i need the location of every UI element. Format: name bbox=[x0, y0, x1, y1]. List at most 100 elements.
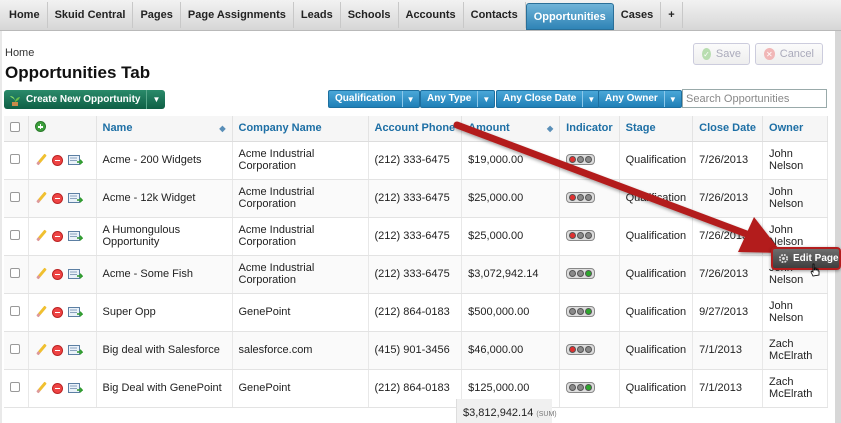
indicator-icon bbox=[566, 154, 596, 165]
indicator-icon bbox=[566, 382, 596, 393]
table-row[interactable]: Acme - 12k Widget Acme Industrial Corpora… bbox=[4, 179, 828, 218]
save-button[interactable]: ✓ Save bbox=[693, 43, 750, 65]
delete-icon[interactable] bbox=[51, 382, 63, 394]
tab-pages[interactable]: Pages bbox=[133, 2, 181, 28]
table-row[interactable]: A Humongulous Opportunity Acme Industrial… bbox=[4, 217, 828, 256]
amount-sum-label: (SUM) bbox=[536, 411, 557, 418]
page-title: Opportunities Tab bbox=[5, 63, 151, 82]
select-all-header[interactable] bbox=[4, 116, 29, 142]
table-row[interactable]: Big deal with Salesforce salesforce.com (4… bbox=[4, 331, 828, 370]
tab-add[interactable]: + bbox=[661, 2, 683, 28]
add-row-header[interactable] bbox=[28, 116, 97, 142]
pencil-icon[interactable] bbox=[35, 344, 47, 356]
indicator-icon bbox=[566, 306, 596, 317]
amount-sum-value: $3,812,942.14 bbox=[463, 407, 534, 419]
indicator-light bbox=[585, 194, 593, 201]
cell-name: Acme - 200 Widgets bbox=[96, 141, 233, 180]
column-header-owner[interactable]: Owner bbox=[762, 116, 828, 142]
indicator-light bbox=[585, 270, 593, 277]
cell-phone: (212) 333-6475 bbox=[368, 179, 463, 218]
indicator-light bbox=[585, 384, 593, 391]
column-header-name[interactable]: Name ◆ bbox=[96, 116, 233, 142]
delete-icon[interactable] bbox=[51, 192, 63, 204]
column-header-phone[interactable]: Account Phone bbox=[368, 116, 463, 142]
sort-icon[interactable]: ◆ bbox=[547, 124, 553, 133]
cell-phone: (212) 864-0183 bbox=[368, 369, 463, 408]
column-header-amount[interactable]: Amount ◆ bbox=[461, 116, 561, 142]
row-checkbox[interactable] bbox=[10, 229, 20, 240]
tab-home[interactable]: Home bbox=[2, 2, 48, 28]
breadcrumb[interactable]: Home bbox=[5, 47, 34, 59]
filter-stage[interactable]: Qualification ▼ bbox=[328, 90, 420, 108]
view-detail-icon[interactable] bbox=[67, 382, 83, 394]
cancel-button[interactable]: ✕ Cancel bbox=[755, 43, 823, 65]
row-checkbox[interactable] bbox=[10, 343, 20, 354]
row-checkbox[interactable] bbox=[10, 191, 20, 202]
delete-icon[interactable] bbox=[51, 306, 63, 318]
table-row[interactable]: Acme - 200 Widgets Acme Industrial Corpor… bbox=[4, 141, 828, 180]
create-new-opportunity-button[interactable]: Create New Opportunity ▼ bbox=[4, 90, 166, 109]
delete-icon[interactable] bbox=[51, 344, 63, 356]
row-select-cell[interactable] bbox=[4, 255, 29, 294]
indicator-light bbox=[577, 384, 585, 391]
amount-sum: $3,812,942.14 (SUM) bbox=[456, 399, 557, 423]
row-select-cell[interactable] bbox=[4, 331, 29, 370]
delete-icon[interactable] bbox=[51, 230, 63, 242]
filter-type[interactable]: Any Type ▼ bbox=[420, 90, 496, 108]
column-header-indicator[interactable]: Indicator bbox=[559, 116, 620, 142]
tab-accounts[interactable]: Accounts bbox=[399, 2, 464, 28]
tab-contacts[interactable]: Contacts bbox=[464, 2, 526, 28]
filter-close-date[interactable]: Any Close Date ▼ bbox=[496, 90, 601, 108]
tab-skuid-central[interactable]: Skuid Central bbox=[48, 2, 134, 28]
cell-name: Super Opp bbox=[96, 293, 233, 332]
delete-icon[interactable] bbox=[51, 154, 63, 166]
pencil-icon[interactable] bbox=[35, 306, 47, 318]
tab-opportunities[interactable]: Opportunities bbox=[525, 3, 614, 30]
tab-page-assignments[interactable]: Page Assignments bbox=[181, 2, 294, 28]
search-input[interactable] bbox=[682, 89, 827, 108]
column-header-close-date[interactable]: Close Date bbox=[692, 116, 764, 142]
pencil-icon[interactable] bbox=[35, 230, 47, 242]
filter-owner[interactable]: Any Owner ▼ bbox=[598, 90, 682, 108]
row-checkbox[interactable] bbox=[10, 305, 20, 316]
tab-leads[interactable]: Leads bbox=[294, 2, 341, 28]
column-header-company[interactable]: Company Name bbox=[232, 116, 369, 142]
row-checkbox[interactable] bbox=[10, 267, 20, 278]
cell-indicator bbox=[559, 369, 620, 408]
tab-schools[interactable]: Schools bbox=[341, 2, 399, 28]
select-all-checkbox[interactable] bbox=[10, 121, 20, 132]
table-row[interactable]: Big Deal with GenePoint GenePoint (212) 86… bbox=[4, 369, 828, 408]
view-detail-icon[interactable] bbox=[67, 306, 83, 318]
table-row[interactable]: Super Opp GenePoint (212) 864-0183 $500,000… bbox=[4, 293, 828, 332]
delete-icon[interactable] bbox=[51, 268, 63, 280]
view-detail-icon[interactable] bbox=[67, 230, 83, 242]
pencil-icon[interactable] bbox=[35, 192, 47, 204]
tab-cases[interactable]: Cases bbox=[614, 2, 662, 28]
indicator-light bbox=[569, 194, 577, 201]
view-detail-icon[interactable] bbox=[67, 268, 83, 280]
pencil-icon[interactable] bbox=[35, 382, 47, 394]
edit-page-button[interactable]: Edit Page bbox=[771, 247, 841, 270]
row-select-cell[interactable] bbox=[4, 293, 29, 332]
cell-phone: (415) 901-3456 bbox=[368, 331, 463, 370]
pencil-icon[interactable] bbox=[35, 154, 47, 166]
indicator-icon bbox=[566, 230, 596, 241]
row-select-cell[interactable] bbox=[4, 179, 29, 218]
indicator-icon bbox=[566, 192, 596, 203]
row-checkbox[interactable] bbox=[10, 153, 20, 164]
create-dropdown-chevron-icon[interactable]: ▼ bbox=[147, 90, 165, 109]
pencil-icon[interactable] bbox=[35, 268, 47, 280]
table-row[interactable]: Acme - Some Fish Acme Industrial Corporat… bbox=[4, 255, 828, 294]
column-header-stage[interactable]: Stage bbox=[619, 116, 694, 142]
row-select-cell[interactable] bbox=[4, 141, 29, 180]
view-detail-icon[interactable] bbox=[67, 344, 83, 356]
hand-cursor-icon bbox=[810, 263, 820, 277]
row-select-cell[interactable] bbox=[4, 217, 29, 256]
add-icon[interactable] bbox=[34, 121, 46, 133]
view-detail-icon[interactable] bbox=[67, 154, 83, 166]
create-new-opportunity-main[interactable]: Create New Opportunity bbox=[4, 90, 148, 109]
row-checkbox[interactable] bbox=[10, 381, 20, 392]
sort-icon[interactable]: ◆ bbox=[219, 124, 225, 133]
view-detail-icon[interactable] bbox=[67, 192, 83, 204]
row-select-cell[interactable] bbox=[4, 369, 29, 408]
